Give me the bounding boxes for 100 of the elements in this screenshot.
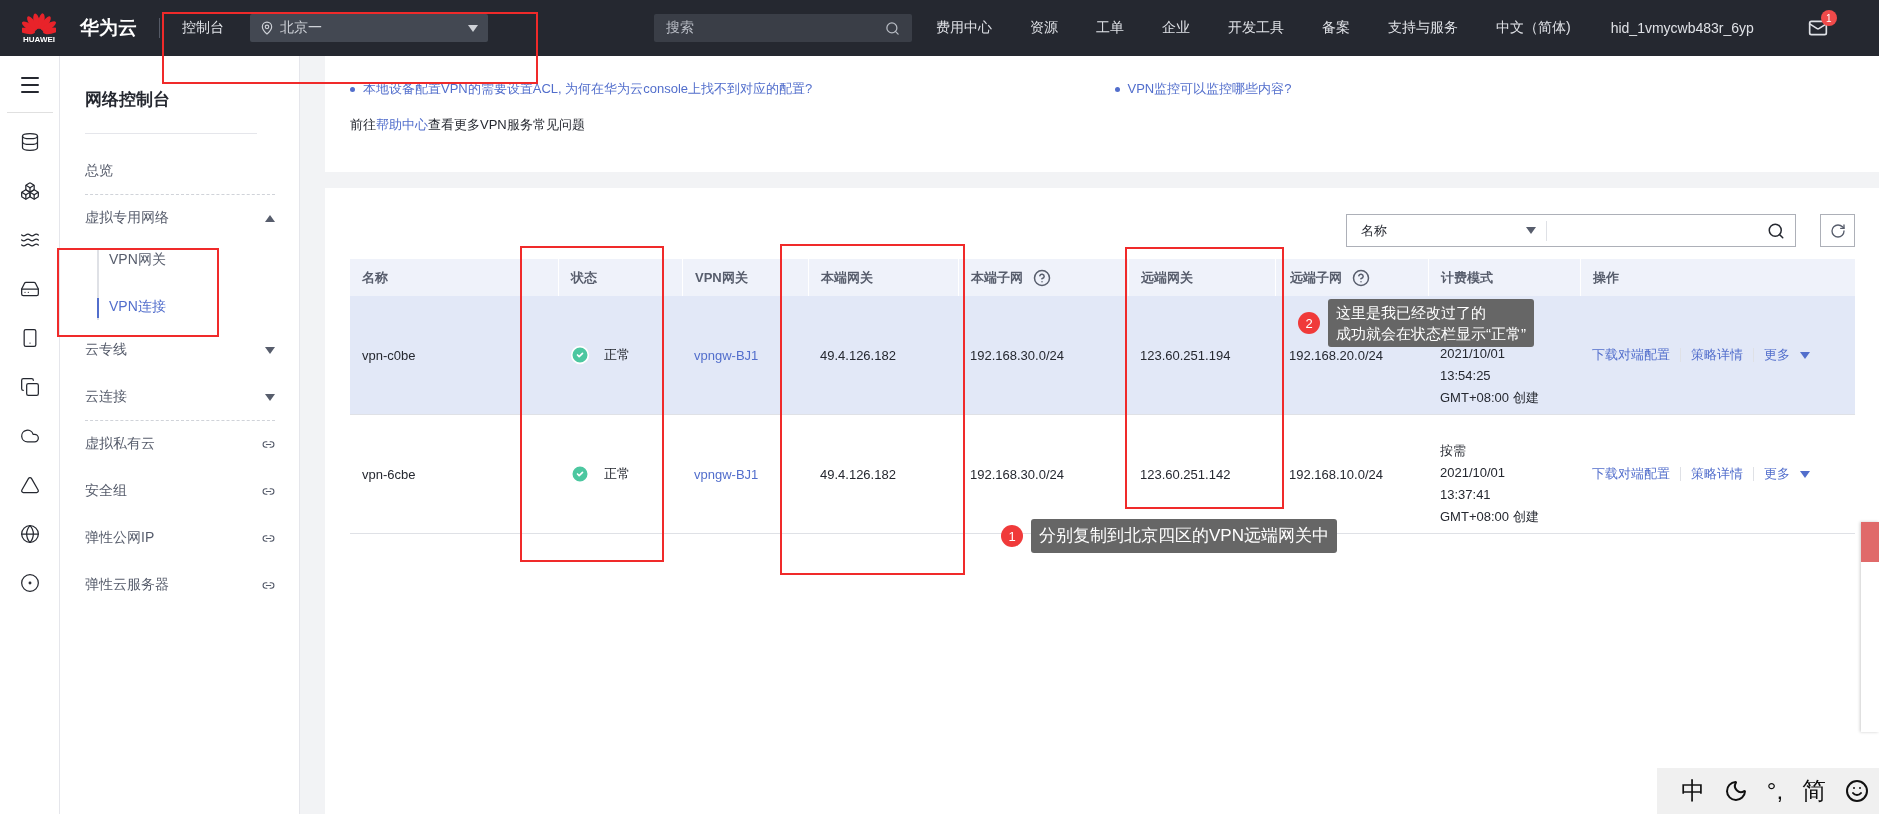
console-link[interactable]: 控制台 xyxy=(182,19,224,37)
annotation-note: 分别复制到北京四区的VPN远端网关中 xyxy=(1031,519,1337,553)
column-header: 状态 xyxy=(558,259,682,296)
refresh-icon xyxy=(1829,222,1846,239)
ime-button[interactable]: °, xyxy=(1766,777,1784,805)
table-cell: vpn-6cbe xyxy=(362,466,416,482)
caret-icon[interactable] xyxy=(265,214,275,222)
help-center-link[interactable]: 帮助中心 xyxy=(376,116,428,134)
sidebar-title: 网络控制台 xyxy=(85,88,257,134)
nav-link[interactable]: 工单 xyxy=(1096,19,1124,37)
action-link[interactable]: 策略详情 xyxy=(1691,346,1743,364)
billing-text: GMT+08:00 创建 xyxy=(1440,508,1539,526)
billing-text: 按需 xyxy=(1440,442,1466,460)
petal-logo-icon xyxy=(22,12,56,35)
table-cell: 192.168.10.0/24 xyxy=(1289,466,1383,482)
region-select[interactable]: 北京一 xyxy=(250,14,488,42)
billing-text: 13:37:41 xyxy=(1440,486,1491,504)
search-field[interactable]: 名称 xyxy=(1346,214,1796,247)
nav-link[interactable]: 支持与服务 xyxy=(1388,19,1458,37)
sidebar-item[interactable]: 安全组 xyxy=(85,482,127,500)
help-text: 查看更多VPN服务常见问题 xyxy=(428,116,585,134)
caret-icon[interactable] xyxy=(265,346,275,354)
sidebar-row[interactable]: 云连接 xyxy=(85,374,275,421)
nav-link[interactable]: 备案 xyxy=(1322,19,1350,37)
count-badge: 1 xyxy=(1820,10,1837,26)
sidebar-row[interactable]: 弹性云服务器 xyxy=(85,562,275,609)
billing-text: 13:54:25 xyxy=(1440,367,1491,385)
ime-button[interactable]: 简 xyxy=(1802,775,1827,807)
cards-icon[interactable] xyxy=(19,377,40,397)
database-icon[interactable] xyxy=(19,132,40,152)
sidebar-row[interactable]: 虚拟私有云 xyxy=(85,421,275,468)
faq-link[interactable]: VPN监控可以监控哪些内容? xyxy=(1127,80,1292,98)
action-link[interactable]: 策略详情 xyxy=(1691,465,1743,483)
sidebar-item[interactable]: 虚拟专用网络 xyxy=(85,209,169,227)
table-cell: vpn-c0be xyxy=(362,347,416,363)
search-icon[interactable] xyxy=(1767,221,1785,240)
help-icon[interactable] xyxy=(1352,268,1370,287)
help-icon[interactable] xyxy=(1033,268,1051,287)
sidebar-item[interactable]: 云专线 xyxy=(85,341,127,359)
table-cell: 192.168.20.0/24 xyxy=(1289,347,1383,363)
nav-link[interactable]: 费用中心 xyxy=(936,19,992,37)
caret-icon xyxy=(1800,351,1810,359)
table-cell: 49.4.126.182 xyxy=(820,466,896,482)
table-cell: 49.4.126.182 xyxy=(820,347,896,363)
globe-icon[interactable] xyxy=(19,524,40,544)
action-link[interactable]: 更多 xyxy=(1764,465,1790,483)
sidebar-item[interactable]: 云连接 xyxy=(85,388,127,406)
sidebar-row[interactable]: 总览 xyxy=(85,148,275,195)
gateway-link[interactable]: vpngw-BJ1 xyxy=(694,466,759,482)
smiley-icon[interactable] xyxy=(1845,779,1870,803)
search-field[interactable]: 搜索 xyxy=(654,14,912,42)
hexagons-icon[interactable] xyxy=(19,181,40,201)
moon-icon[interactable] xyxy=(1723,779,1748,803)
ip-icon[interactable] xyxy=(19,573,40,593)
mail-icon[interactable] xyxy=(1807,18,1828,38)
status-text: 正常 xyxy=(604,465,630,483)
caret-icon xyxy=(468,24,478,32)
table-cell: 123.60.251.142 xyxy=(1140,466,1231,482)
action-link[interactable]: 下载对端配置 xyxy=(1592,465,1670,483)
action-link[interactable]: 更多 xyxy=(1764,346,1790,364)
logo[interactable]: HUAWEI xyxy=(14,12,64,44)
sidebar-row[interactable]: 安全组 xyxy=(85,468,275,515)
sidebar-row[interactable]: 云专线 xyxy=(85,327,275,374)
action-link[interactable]: 下载对端配置 xyxy=(1592,346,1670,364)
column-header: VPN网关 xyxy=(682,259,808,296)
column-header: 本端子网 xyxy=(958,259,1128,296)
billing-text: 2021/10/01 xyxy=(1440,345,1506,363)
status-text: 正常 xyxy=(604,346,630,364)
nav-link[interactable]: 开发工具 xyxy=(1228,19,1284,37)
pin-icon xyxy=(260,21,274,35)
check-icon xyxy=(570,464,590,484)
table-cell: 123.60.251.194 xyxy=(1140,347,1231,363)
gateway-link[interactable]: vpngw-BJ1 xyxy=(694,347,759,363)
sidebar-item[interactable]: 虚拟私有云 xyxy=(85,435,155,453)
column-header: 操作 xyxy=(1580,259,1855,296)
brand-name: 华为云 xyxy=(80,16,137,40)
sidebar-item[interactable]: 弹性公网IP xyxy=(85,529,155,547)
triangle-icon[interactable] xyxy=(19,475,40,495)
help-text: 前往 xyxy=(350,116,376,134)
nav-link[interactable]: 资源 xyxy=(1030,19,1058,37)
sidebar-subitem[interactable]: VPN连接 xyxy=(97,298,277,318)
drive-icon[interactable] xyxy=(19,279,40,299)
billing-text: 2021/10/01 xyxy=(1440,464,1506,482)
column-header: 名称 xyxy=(350,259,558,296)
ime-button[interactable]: 中 xyxy=(1680,775,1705,807)
nav-link[interactable]: 中文（简体) xyxy=(1496,19,1571,37)
table-cell: 192.168.30.0/24 xyxy=(970,347,1064,363)
caret-icon xyxy=(1526,227,1536,234)
user-name[interactable]: hid_1vmycwb483r_6yp xyxy=(1610,20,1754,36)
caret-icon[interactable] xyxy=(265,393,275,401)
billing-text: GMT+08:00 创建 xyxy=(1440,389,1539,407)
sidebar-row[interactable]: 虚拟专用网络 xyxy=(85,195,275,242)
column-header: 远端子网 xyxy=(1275,259,1428,296)
sidebar-subitem[interactable]: VPN网关 xyxy=(97,251,277,271)
sidebar-item[interactable]: 弹性云服务器 xyxy=(85,576,169,594)
refresh-button[interactable] xyxy=(1820,214,1855,247)
caret-icon xyxy=(1800,470,1810,478)
sidebar-row[interactable]: 弹性公网IP xyxy=(85,515,275,562)
nav-link[interactable]: 企业 xyxy=(1162,19,1190,37)
sidebar-item[interactable]: 总览 xyxy=(85,162,113,180)
